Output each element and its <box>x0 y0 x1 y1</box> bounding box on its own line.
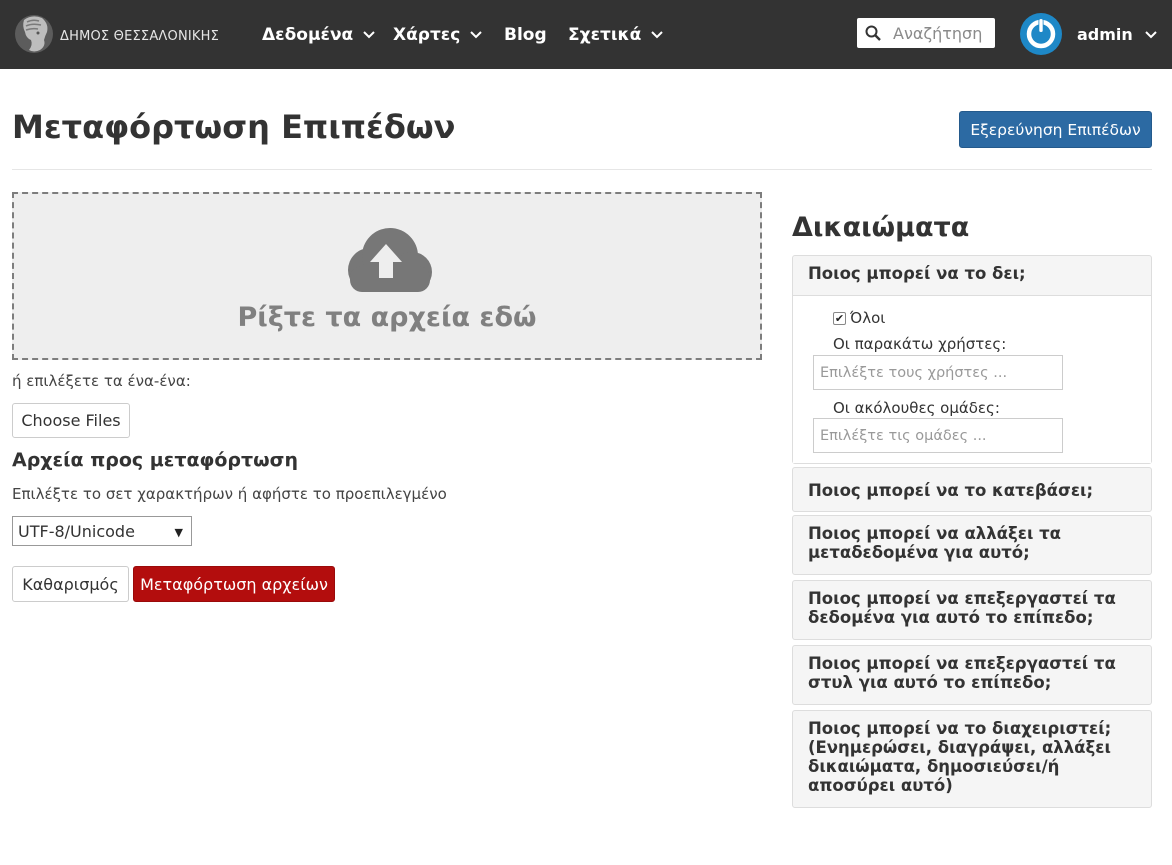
heading-line: δικαιώματα, δημοσιεύσει/ή <box>808 757 1060 776</box>
cloud-upload-icon <box>348 228 432 292</box>
dropzone-text: Ρίξτε τα αρχεία εδώ <box>237 302 537 333</box>
users-label: Οι παρακάτω χρήστες: <box>833 335 1007 353</box>
nav-item-label: Σχετικά <box>568 24 642 45</box>
choose-files-button[interactable]: Choose Files <box>12 403 130 438</box>
everyone-option: ✔ Όλοι <box>833 309 885 327</box>
heading-line: Ποιος μπορεί να επεξεργαστεί τα <box>808 589 1116 608</box>
search-box[interactable] <box>857 18 995 48</box>
heading-line: Ποιος μπορεί να επεξεργαστεί τα <box>808 654 1116 673</box>
permission-view-heading[interactable]: Ποιος μπορεί να το δει; <box>793 256 1151 291</box>
permission-view-panel: Ποιος μπορεί να το δει; ✔ Όλοι Οι παρακά… <box>792 255 1152 464</box>
user-avatar[interactable] <box>1020 13 1062 55</box>
permission-edit-data-heading[interactable]: Ποιος μπορεί να επεξεργαστεί τα δεδομένα… <box>793 581 1151 635</box>
upload-files-button[interactable]: Μεταφόρτωση αρχείων <box>133 566 335 602</box>
nav-item-blog[interactable]: Blog <box>504 0 547 69</box>
user-menu[interactable]: admin <box>1077 0 1157 69</box>
nav-item-data[interactable]: Δεδομένα <box>262 0 375 69</box>
nav-item-label: Χάρτες <box>393 24 461 45</box>
search-input[interactable] <box>891 22 995 44</box>
permission-metadata-panel[interactable]: Ποιος μπορεί να αλλάξει τα μεταδεδομένα … <box>792 515 1152 575</box>
groups-label: Οι ακόλουθες ομάδες: <box>833 399 1000 417</box>
nav-item-label: Δεδομένα <box>262 24 354 45</box>
chevron-down-icon <box>1145 30 1157 38</box>
heading-line: Ποιος μπορεί να αλλάξει τα <box>808 524 1061 543</box>
heading-line: (Ενημερώσει, διαγράψει, αλλάξει <box>808 738 1111 757</box>
search-icon <box>865 25 881 41</box>
header-divider <box>12 169 1152 170</box>
charset-value: UTF-8/Unicode <box>18 521 135 541</box>
permission-edit-style-panel[interactable]: Ποιος μπορεί να επεξεργαστεί τα στυλ για… <box>792 645 1152 705</box>
permission-view-body: ✔ Όλοι Οι παρακάτω χρήστες: Επιλέξτε του… <box>793 295 1151 463</box>
permission-download-heading[interactable]: Ποιος μπορεί να το κατεβάσει; <box>793 468 1151 508</box>
chevron-down-icon <box>363 30 375 38</box>
clear-button[interactable]: Καθαρισμός <box>12 566 129 602</box>
permission-edit-data-panel[interactable]: Ποιος μπορεί να επεξεργαστεί τα δεδομένα… <box>792 580 1152 640</box>
file-dropzone[interactable]: Ρίξτε τα αρχεία εδώ <box>12 192 762 360</box>
charset-select[interactable]: UTF-8/Unicode ▼ <box>12 516 192 546</box>
chevron-down-icon <box>651 30 663 38</box>
charset-label: Επιλέξτε το σετ χαρακτήρων ή αφήστε το π… <box>12 485 447 503</box>
permissions-title: Δικαιώματα <box>792 212 970 243</box>
chevron-down-icon <box>470 30 483 38</box>
heading-line: αποσύρει αυτό) <box>808 776 953 795</box>
groups-select-input[interactable]: Επιλέξτε τις ομάδες ... <box>813 418 1063 453</box>
files-to-upload-heading: Αρχεία προς μεταφόρτωση <box>12 449 298 471</box>
alexander-head-logo-icon <box>15 15 53 53</box>
top-navbar: ΔΗΜΟΣ ΘΕΣΣΑΛΟΝΙΚΗΣ Δεδομένα Χάρτες Blog … <box>0 0 1172 69</box>
heading-line: Ποιος μπορεί να το διαχειριστεί; <box>808 719 1112 738</box>
permission-manage-heading[interactable]: Ποιος μπορεί να το διαχειριστεί; (Ενημερ… <box>793 711 1151 803</box>
page-title: Μεταφόρτωση Επιπέδων <box>12 108 456 146</box>
users-select-input[interactable]: Επιλέξτε τους χρήστες ... <box>813 355 1063 390</box>
brand-logo[interactable]: ΔΗΜΟΣ ΘΕΣΣΑΛΟΝΙΚΗΣ <box>14 10 219 58</box>
permission-edit-style-heading[interactable]: Ποιος μπορεί να επεξεργαστεί τα στυλ για… <box>793 646 1151 700</box>
nav-item-label: Blog <box>504 24 547 45</box>
dropdown-arrow-icon: ▼ <box>174 526 183 539</box>
user-name-label: admin <box>1077 25 1133 44</box>
everyone-label: Όλοι <box>850 309 886 327</box>
everyone-checkbox[interactable]: ✔ <box>833 311 846 325</box>
heading-line: μεταδεδομένα για αυτό; <box>808 543 1030 562</box>
explore-layers-button[interactable]: Εξερεύνηση Επιπέδων <box>959 111 1152 148</box>
permission-download-panel[interactable]: Ποιος μπορεί να το κατεβάσει; <box>792 467 1152 512</box>
brand-text: ΔΗΜΟΣ ΘΕΣΣΑΛΟΝΙΚΗΣ <box>60 28 220 44</box>
permission-metadata-heading[interactable]: Ποιος μπορεί να αλλάξει τα μεταδεδομένα … <box>793 516 1151 570</box>
choose-individually-label: ή επιλέξετε τα ένα-ένα: <box>12 372 191 390</box>
permission-manage-panel[interactable]: Ποιος μπορεί να το διαχειριστεί; (Ενημερ… <box>792 710 1152 808</box>
heading-line: στυλ για αυτό το επίπεδο; <box>808 673 1052 692</box>
heading-line: δεδομένα για αυτό το επίπεδο; <box>808 608 1094 627</box>
nav-item-maps[interactable]: Χάρτες <box>393 0 483 69</box>
nav-item-about[interactable]: Σχετικά <box>568 0 663 69</box>
